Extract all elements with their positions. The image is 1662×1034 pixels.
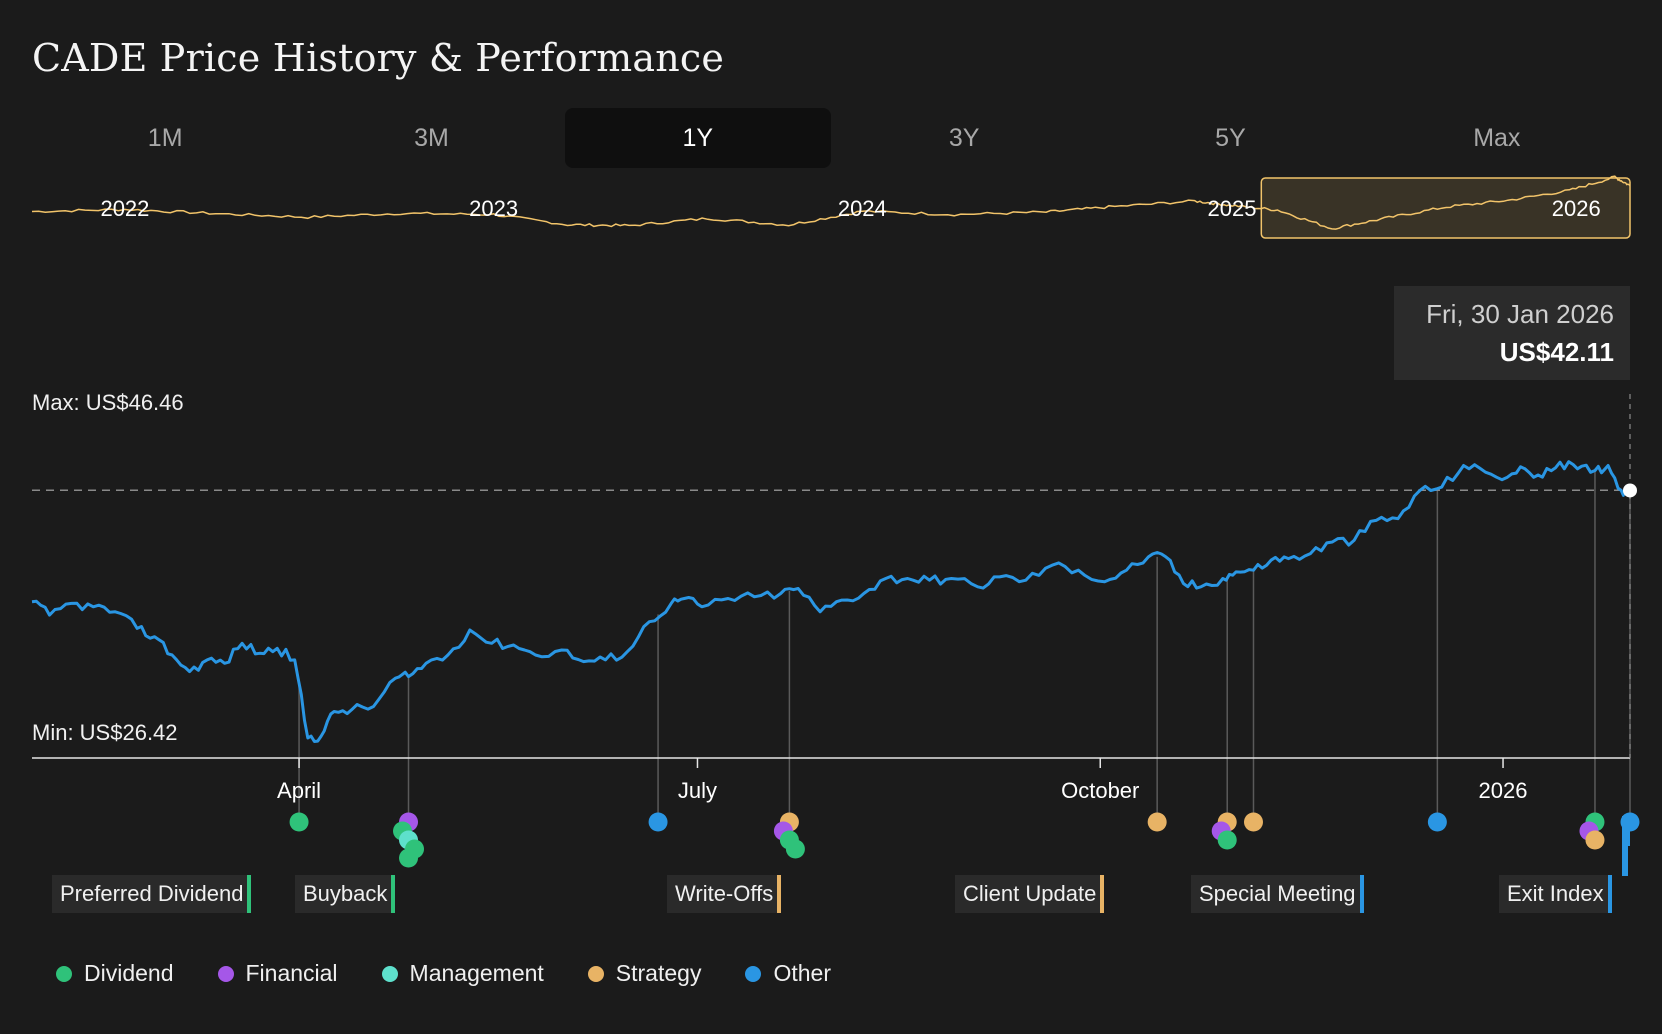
event-dot-dividend[interactable] — [399, 848, 419, 868]
price-tooltip: Fri, 30 Jan 2026 US$42.11 — [1394, 286, 1630, 380]
event-label-text: Client Update — [963, 881, 1097, 906]
tooltip-price: US$42.11 — [1499, 337, 1614, 367]
overview-tick-label: 2026 — [1552, 196, 1601, 221]
event-label-write-offs[interactable]: Write-Offs — [667, 875, 782, 913]
legend-label: Other — [773, 960, 831, 986]
legend-label: Financial — [245, 960, 338, 986]
event-label-client-update[interactable]: Client Update — [955, 875, 1105, 913]
event-label-bar — [247, 875, 252, 913]
event-dot-strategy[interactable] — [1585, 830, 1605, 850]
event-label-bar — [1607, 875, 1612, 913]
event-label-text: Preferred Dividend — [60, 881, 244, 906]
event-stack-marker — [1622, 836, 1630, 846]
min-label: Min: US$26.42 — [32, 720, 178, 745]
x-tick-label: 2026 — [1479, 778, 1528, 803]
event-label-bar — [1359, 875, 1364, 913]
event-label-buyback[interactable]: Buyback — [295, 875, 396, 913]
event-label-special-meeting[interactable]: Special Meeting — [1191, 875, 1364, 913]
event-stack-marker — [1622, 816, 1630, 826]
legend-label: Dividend — [84, 960, 174, 986]
x-tick-label: April — [277, 778, 321, 803]
event-dot-dividend[interactable] — [785, 839, 805, 859]
event-stack-marker — [1622, 866, 1628, 876]
event-stack-marker — [1622, 846, 1628, 856]
price-history-widget: CADE Price History & Performance 1M 3M 1… — [0, 0, 1662, 1034]
event-label-text: Write-Offs — [675, 881, 774, 906]
legend-item-management[interactable]: Management — [381, 960, 544, 987]
legend-item-financial[interactable]: Financial — [217, 960, 338, 987]
overview-tick-label: 2022 — [100, 196, 149, 221]
event-dot-strategy[interactable] — [1243, 812, 1263, 832]
tooltip-date: Fri, 30 Jan 2026 — [1426, 299, 1614, 329]
x-tick-label: October — [1061, 778, 1139, 803]
legend-item-dividend[interactable]: Dividend — [56, 960, 174, 987]
event-dot-strategy[interactable] — [1147, 812, 1167, 832]
overview-tick-label: 2023 — [469, 196, 518, 221]
event-label-bar — [777, 875, 782, 913]
event-label-bar — [391, 875, 396, 913]
event-stack-marker — [1622, 856, 1628, 866]
financial-dot-icon — [217, 965, 234, 982]
event-legend: Dividend Financial Management Strategy O… — [56, 960, 831, 987]
event-dot-other[interactable] — [1427, 812, 1447, 832]
other-dot-icon — [745, 965, 762, 982]
management-dot-icon — [381, 965, 398, 982]
event-label-preferred-dividend[interactable]: Preferred Dividend — [52, 875, 252, 913]
legend-item-strategy[interactable]: Strategy — [587, 960, 702, 987]
price-line — [31, 460, 1632, 743]
event-label-text: Exit Index — [1507, 881, 1604, 906]
event-dot-dividend[interactable] — [289, 812, 309, 832]
legend-label: Management — [409, 960, 544, 986]
event-label-text: Special Meeting — [1199, 881, 1356, 906]
event-label-exit-index[interactable]: Exit Index — [1499, 875, 1612, 913]
overview-tick-label: 2024 — [838, 196, 887, 221]
event-dot-dividend[interactable] — [1217, 830, 1237, 850]
max-label: Max: US$46.46 — [32, 390, 184, 415]
legend-item-other[interactable]: Other — [745, 960, 831, 987]
event-label-bar — [1100, 875, 1105, 913]
dividend-dot-icon — [56, 965, 72, 982]
event-dot-other[interactable] — [648, 812, 668, 832]
current-price-marker[interactable] — [1623, 483, 1637, 498]
x-tick-label: July — [678, 778, 717, 803]
event-stack-marker — [1622, 826, 1630, 836]
event-label-text: Buyback — [303, 881, 388, 906]
strategy-dot-icon — [587, 965, 604, 982]
overview-tick-label: 2025 — [1208, 196, 1257, 221]
legend-label: Strategy — [615, 960, 702, 986]
